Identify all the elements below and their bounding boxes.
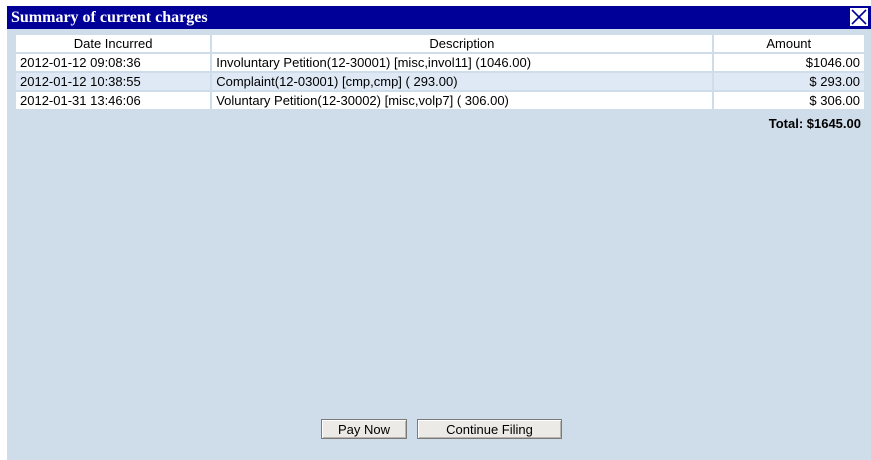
column-header-date: Date Incurred	[16, 35, 211, 52]
total-amount: Total: $1645.00	[768, 116, 861, 131]
cell-description: Involuntary Petition(12-30001) [misc,inv…	[212, 54, 712, 71]
table-header-row: Date Incurred Description Amount	[16, 35, 864, 52]
pay-now-button[interactable]: Pay Now	[321, 419, 407, 439]
charges-dialog: Summary of current charges Date Incurred…	[7, 6, 871, 460]
column-header-description: Description	[212, 35, 712, 52]
column-header-amount: Amount	[713, 35, 864, 52]
title-bar: Summary of current charges	[7, 6, 871, 29]
table-row: 2012-01-12 10:38:55 Complaint(12-03001) …	[16, 73, 864, 90]
cell-date: 2012-01-31 13:46:06	[16, 92, 211, 109]
cell-description: Complaint(12-03001) [cmp,cmp] ( 293.00)	[212, 73, 712, 90]
cell-amount: $ 293.00	[713, 73, 864, 90]
dialog-title: Summary of current charges	[11, 9, 208, 26]
cell-amount: $1046.00	[713, 54, 864, 71]
table-row: 2012-01-12 09:08:36 Involuntary Petition…	[16, 54, 864, 71]
table-row: 2012-01-31 13:46:06 Voluntary Petition(1…	[16, 92, 864, 109]
cell-date: 2012-01-12 09:08:36	[16, 54, 211, 71]
cell-date: 2012-01-12 10:38:55	[16, 73, 211, 90]
continue-filing-button[interactable]: Continue Filing	[417, 419, 562, 439]
cell-description: Voluntary Petition(12-30002) [misc,volp7…	[212, 92, 712, 109]
cell-amount: $ 306.00	[713, 92, 864, 109]
charges-table: Date Incurred Description Amount 2012-01…	[14, 33, 866, 111]
close-icon[interactable]	[849, 7, 869, 27]
